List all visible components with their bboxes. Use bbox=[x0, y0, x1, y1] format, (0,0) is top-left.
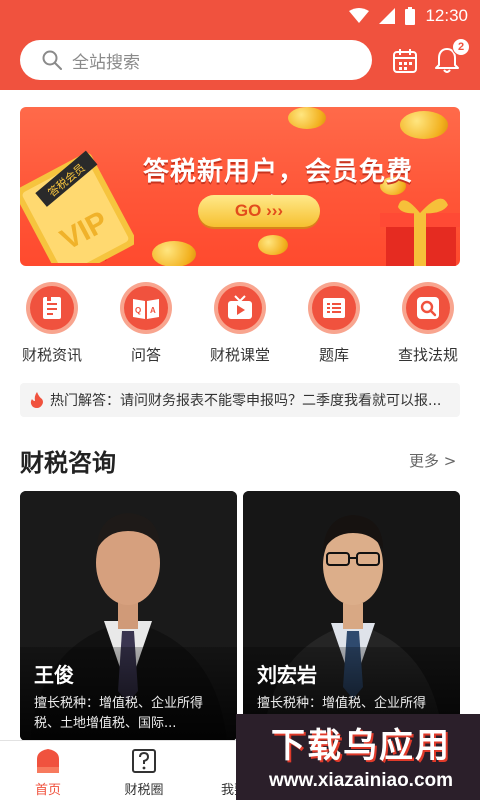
search-input[interactable]: 全站搜索 bbox=[20, 40, 372, 80]
fire-icon bbox=[30, 392, 43, 408]
news-doc-icon bbox=[30, 286, 74, 330]
nav-label: 问答 bbox=[130, 346, 161, 364]
search-doc-icon bbox=[406, 286, 450, 330]
battery-icon bbox=[405, 7, 416, 25]
coin-decoration bbox=[258, 235, 288, 255]
tab-home[interactable]: 首页 bbox=[8, 747, 88, 798]
quick-nav: 财税资讯 QA 问答 财税课堂 题库 查找法规 bbox=[0, 282, 480, 372]
signal-icon bbox=[379, 8, 396, 24]
nav-label: 查找法规 bbox=[397, 346, 458, 364]
section-title: 财税咨询 bbox=[20, 449, 116, 477]
status-time: 12:30 bbox=[425, 6, 468, 25]
consultant-name: 王俊 bbox=[34, 663, 74, 687]
question-square-icon bbox=[132, 749, 156, 773]
nav-item-tax-class[interactable]: 财税课堂 bbox=[192, 282, 288, 365]
nav-label: 财税资讯 bbox=[21, 346, 82, 364]
nav-icon-bg bbox=[214, 282, 266, 334]
tab-label: 首页 bbox=[34, 783, 61, 798]
consultant-info: 王俊 擅长税种：增值税、企业所得税、土地增值税、国际... bbox=[20, 647, 237, 741]
tab-label: 财税圈 bbox=[124, 783, 164, 798]
nav-item-question-bank[interactable]: 题库 bbox=[286, 282, 382, 365]
svg-text:A: A bbox=[150, 306, 156, 315]
search-placeholder: 全站搜索 bbox=[72, 52, 140, 73]
consultant-card[interactable]: 刘宏岩 擅长税种：增值税、企业所得税... bbox=[243, 491, 460, 741]
nav-icon-bg bbox=[26, 282, 78, 334]
consultant-skill: 擅长税种：增值税、企业所得税、土地增值税、国际... bbox=[34, 696, 204, 731]
hot-answer-text: 热门解答：请问财务报表不能零申报吗？二季度我看就可以报... bbox=[50, 393, 442, 409]
list-icon bbox=[312, 286, 356, 330]
vip-card-illustration: VIP 答税会员 bbox=[20, 150, 134, 263]
promo-banner[interactable]: VIP 答税会员 答税新用户，会员免费领 GO ››› bbox=[20, 107, 460, 266]
svg-text:Q: Q bbox=[135, 306, 141, 315]
go-button[interactable]: GO ››› bbox=[198, 195, 320, 227]
wifi-icon bbox=[349, 8, 370, 23]
qa-book-icon: QA bbox=[124, 286, 168, 330]
watermark-url: www.xiazainiao.com bbox=[268, 770, 454, 791]
gift-box-illustration bbox=[380, 198, 460, 266]
watermark-overlay: 下载乌应用 www.xiazainiao.com bbox=[236, 714, 480, 800]
coin-decoration bbox=[288, 107, 326, 129]
hot-answer-bar[interactable]: 热门解答：请问财务报表不能零申报吗？二季度我看就可以报... bbox=[20, 383, 460, 417]
nav-item-find-regulations[interactable]: 查找法规 bbox=[380, 282, 476, 365]
consultant-card[interactable]: 王俊 擅长税种：增值税、企业所得税、土地增值税、国际... bbox=[20, 491, 237, 741]
status-icons: 12:30 bbox=[349, 6, 468, 26]
calendar-icon[interactable] bbox=[392, 48, 418, 74]
more-link[interactable]: 更多 > bbox=[409, 450, 456, 471]
search-icon bbox=[42, 50, 62, 70]
nav-icon-bg bbox=[402, 282, 454, 334]
header: 全站搜索 2 bbox=[0, 32, 480, 90]
nav-icon-bg: QA bbox=[120, 282, 172, 334]
tv-play-icon bbox=[218, 286, 262, 330]
consultant-name: 刘宏岩 bbox=[257, 663, 317, 687]
watermark-title: 下载乌应用 bbox=[271, 726, 451, 766]
status-bar: 12:30 bbox=[0, 0, 480, 32]
nav-label: 题库 bbox=[318, 346, 349, 364]
nav-item-qa[interactable]: QA 问答 bbox=[98, 282, 194, 365]
coin-decoration bbox=[152, 241, 196, 266]
nav-icon-bg bbox=[308, 282, 360, 334]
notification-badge: 2 bbox=[452, 38, 470, 56]
nav-item-finance-news[interactable]: 财税资讯 bbox=[4, 282, 100, 365]
home-icon bbox=[37, 749, 59, 773]
nav-label: 财税课堂 bbox=[209, 346, 270, 364]
tab-finance-circle[interactable]: 财税圈 bbox=[104, 747, 184, 798]
coin-decoration bbox=[400, 111, 448, 139]
